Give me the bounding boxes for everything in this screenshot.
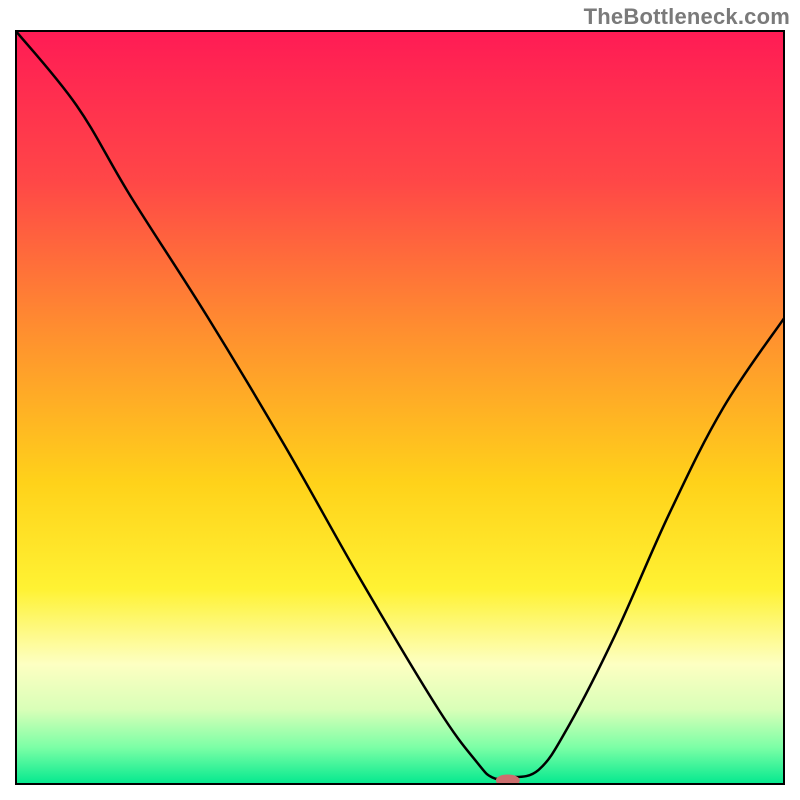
watermark-label: TheBottleneck.com xyxy=(584,4,790,30)
gradient-background xyxy=(15,30,785,785)
bottleneck-chart xyxy=(15,30,785,785)
chart-frame: TheBottleneck.com xyxy=(0,0,800,800)
plot-area xyxy=(15,30,785,785)
